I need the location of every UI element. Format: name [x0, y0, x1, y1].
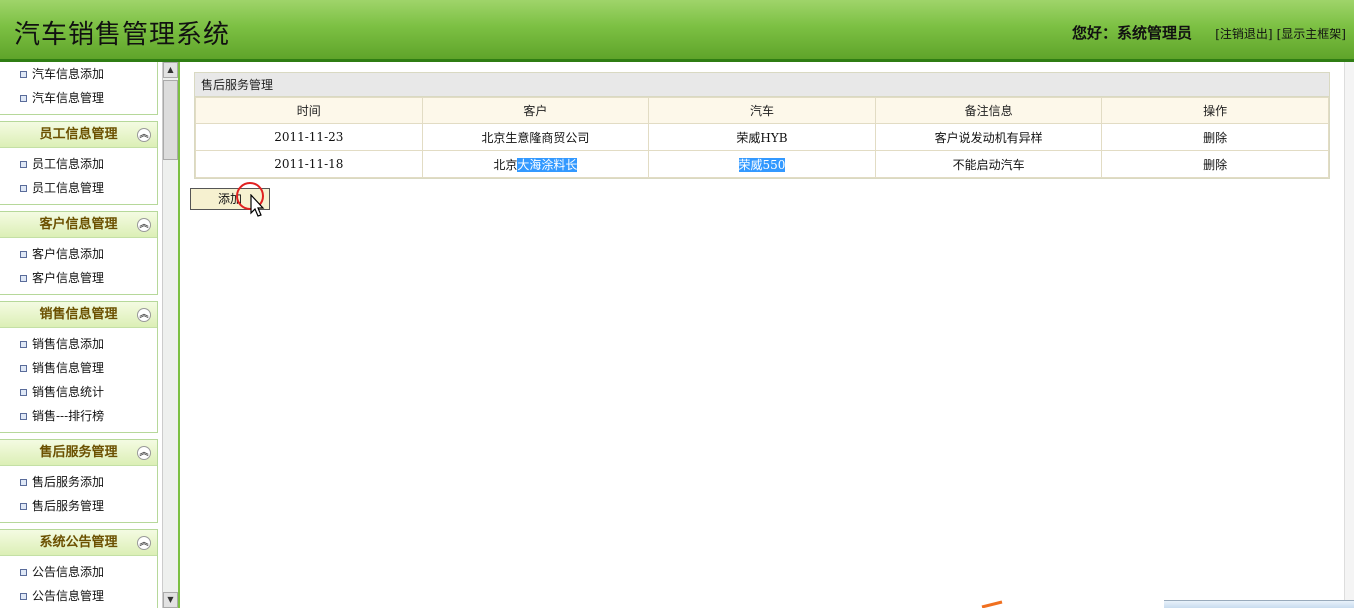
logout-link[interactable]: [注销退出]	[1215, 27, 1272, 41]
sidebar-section-header[interactable]: 员工信息管理 ︽	[0, 122, 157, 148]
table-header-row: 时间 客户 汽车 备注信息 操作	[195, 97, 1329, 124]
column-header: 时间	[195, 97, 423, 124]
sidebar-section-sales: 销售信息管理 ︽ 销售信息添加 销售信息管理 销售信息统计 销售---排行榜	[0, 301, 158, 433]
cell-car: 荣威HYB	[648, 123, 876, 151]
delete-link[interactable]: 删除	[1101, 150, 1329, 178]
cell-time: 2011-11-23	[195, 123, 423, 151]
table-row: 2011-11-23 北京生意隆商贸公司 荣威HYB 客户说发动机有异样 删除	[195, 123, 1329, 151]
sidebar-item-notice-manage[interactable]: 公告信息管理	[0, 584, 157, 608]
sidebar-item-sales-stats[interactable]: 销售信息统计	[0, 380, 157, 404]
sidebar-section-car: 汽车信息添加 汽车信息管理	[0, 62, 158, 115]
column-header: 操作	[1101, 97, 1329, 124]
sidebar-item-sales-add[interactable]: 销售信息添加	[0, 332, 157, 356]
cell-customer: 北京生意隆商贸公司	[421, 123, 650, 151]
sidebar-item-sales-manage[interactable]: 销售信息管理	[0, 356, 157, 380]
scroll-up-icon[interactable]: ▲	[163, 62, 178, 78]
collapse-icon[interactable]: ︽	[137, 308, 151, 322]
sidebar-item-car-add[interactable]: 汽车信息添加	[0, 62, 157, 86]
sidebar-section-notice: 系统公告管理 ︽ 公告信息添加 公告信息管理	[0, 529, 158, 608]
scroll-thumb[interactable]	[163, 80, 178, 160]
taskbar-fragment	[1164, 600, 1354, 608]
main-scrollbar[interactable]	[1344, 62, 1354, 608]
sidebar-menu: 汽车信息添加 汽车信息管理 员工信息管理 ︽ 员工信息添加 员工信息管理 客户信…	[0, 62, 162, 608]
sidebar-scrollbar[interactable]: ▲ ▼	[162, 62, 178, 608]
sidebar-section-customer: 客户信息管理 ︽ 客户信息添加 客户信息管理	[0, 211, 158, 295]
column-header: 汽车	[648, 97, 876, 124]
selected-text: 荣威550	[738, 157, 786, 172]
user-greeting: 您好：系统管理员	[1071, 24, 1192, 42]
sidebar-item-customer-add[interactable]: 客户信息添加	[0, 242, 157, 266]
cell-car: 荣威550	[648, 150, 876, 178]
sidebar-section-employee: 员工信息管理 ︽ 员工信息添加 员工信息管理	[0, 121, 158, 205]
orange-stroke-icon	[981, 600, 1003, 608]
app-title: 汽车销售管理系统	[14, 20, 231, 50]
show-frame-link[interactable]: [显示主框架]	[1277, 27, 1346, 41]
scroll-down-icon[interactable]: ▼	[163, 592, 178, 608]
sidebar-item-car-manage[interactable]: 汽车信息管理	[0, 86, 157, 110]
cell-time: 2011-11-18	[195, 150, 423, 178]
mouse-cursor-icon	[250, 194, 265, 217]
cell-note: 客户说发动机有异样	[874, 123, 1103, 151]
panel-title: 售后服务管理	[195, 73, 1329, 97]
sidebar-item-notice-add[interactable]: 公告信息添加	[0, 560, 157, 584]
delete-link[interactable]: 删除	[1101, 123, 1329, 151]
main-content: 售后服务管理 时间 客户 汽车 备注信息 操作 2011-11-23 北京生意隆…	[180, 62, 1354, 608]
column-header: 客户	[421, 97, 650, 124]
aftersales-table: 时间 客户 汽车 备注信息 操作 2011-11-23 北京生意隆商贸公司 荣威…	[195, 97, 1329, 178]
sidebar-item-aftersales-manage[interactable]: 售后服务管理	[0, 494, 157, 518]
aftersales-panel: 售后服务管理 时间 客户 汽车 备注信息 操作 2011-11-23 北京生意隆…	[194, 72, 1330, 179]
sidebar-item-aftersales-add[interactable]: 售后服务添加	[0, 470, 157, 494]
collapse-icon[interactable]: ︽	[137, 128, 151, 142]
sidebar-section-header[interactable]: 销售信息管理 ︽	[0, 302, 157, 328]
sidebar-section-header[interactable]: 系统公告管理 ︽	[0, 530, 157, 556]
cell-note: 不能启动汽车	[874, 150, 1103, 178]
selected-text: 大海涂料长	[517, 157, 578, 172]
app-header: 汽车销售管理系统 您好：系统管理员 [注销退出] [显示主框架]	[0, 0, 1354, 62]
sidebar-item-employee-manage[interactable]: 员工信息管理	[0, 176, 157, 200]
table-row: 2011-11-18 北京大海涂料长 荣威550 不能启动汽车 删除	[195, 150, 1329, 178]
header-links: [注销退出] [显示主框架]	[1211, 25, 1346, 42]
column-header: 备注信息	[874, 97, 1103, 124]
cell-customer: 北京大海涂料长	[421, 150, 650, 178]
sidebar-item-customer-manage[interactable]: 客户信息管理	[0, 266, 157, 290]
sidebar-section-header[interactable]: 售后服务管理 ︽	[0, 440, 157, 466]
collapse-icon[interactable]: ︽	[137, 446, 151, 460]
sidebar-item-sales-ranking[interactable]: 销售---排行榜	[0, 404, 157, 428]
sidebar-section-header[interactable]: 客户信息管理 ︽	[0, 212, 157, 238]
collapse-icon[interactable]: ︽	[137, 218, 151, 232]
collapse-icon[interactable]: ︽	[137, 536, 151, 550]
sidebar-item-employee-add[interactable]: 员工信息添加	[0, 152, 157, 176]
sidebar: 汽车信息添加 汽车信息管理 员工信息管理 ︽ 员工信息添加 员工信息管理 客户信…	[0, 62, 180, 608]
sidebar-section-aftersales: 售后服务管理 ︽ 售后服务添加 售后服务管理	[0, 439, 158, 523]
